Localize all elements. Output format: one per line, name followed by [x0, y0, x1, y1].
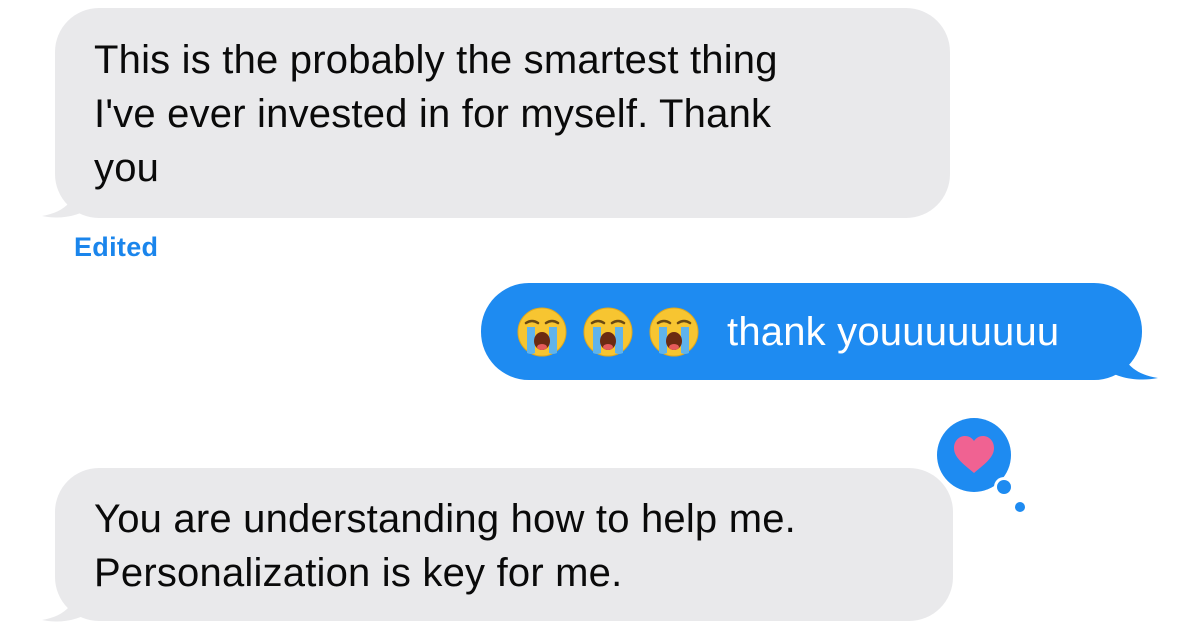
edited-label[interactable]: Edited	[74, 232, 158, 263]
message-text: You are understanding how to help me. Pe…	[94, 497, 796, 595]
heart-reaction-badge[interactable]	[918, 405, 1030, 517]
loudly-crying-face-icon	[517, 307, 567, 356]
emoji-group	[515, 305, 701, 359]
sent-message-bubble[interactable]: thank youuuuuuuu	[481, 283, 1142, 380]
received-message-bubble[interactable]: This is the probably the smartest thing …	[55, 8, 950, 218]
received-message-bubble[interactable]: You are understanding how to help me. Pe…	[55, 468, 953, 621]
loudly-crying-face-icon	[649, 307, 699, 356]
message-text: thank youuuuuuuu	[727, 309, 1060, 354]
message-text: This is the probably the smartest thing …	[94, 38, 778, 190]
loudly-crying-face-icon	[583, 307, 633, 356]
